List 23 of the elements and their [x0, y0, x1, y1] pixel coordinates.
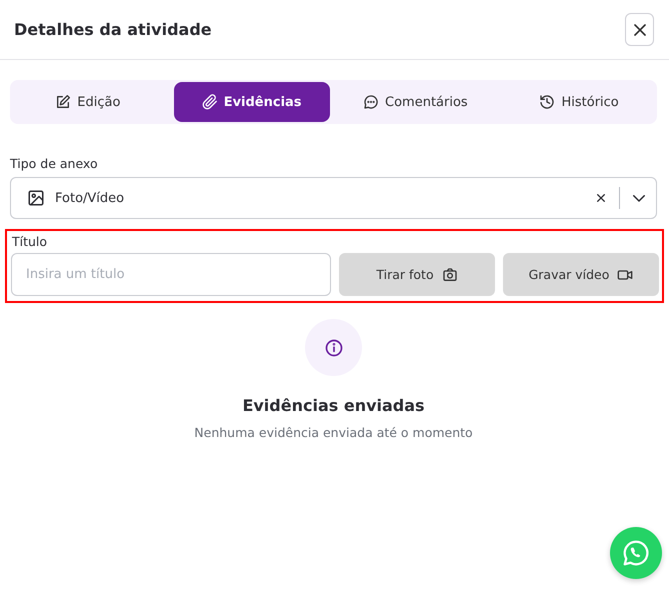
close-button[interactable] [625, 13, 654, 46]
tab[interactable]: Edição [10, 82, 166, 122]
select-value: Foto/Vídeo [55, 190, 126, 206]
empty-state-message: Nenhuma evidência enviada até o momento [194, 425, 473, 440]
phone-bubble-icon [621, 538, 651, 568]
tab[interactable]: Histórico [501, 82, 657, 122]
record-video-button[interactable]: Gravar vídeo [503, 253, 659, 296]
image-icon [27, 189, 45, 207]
edit-icon [55, 94, 72, 110]
attachment-type-select[interactable]: Foto/Vídeo [10, 177, 657, 219]
take-photo-button[interactable]: Tirar foto [339, 253, 495, 296]
tab[interactable]: Evidências [174, 82, 330, 122]
field-label: Título [12, 234, 48, 249]
panel-title: Detalhes da atividade [14, 20, 212, 39]
chat-bubble-icon [363, 94, 380, 110]
field-label: Tipo de anexo [10, 156, 99, 171]
camera-icon [442, 266, 458, 282]
empty-state-title: Evidências enviadas [242, 396, 425, 415]
info-icon [324, 338, 344, 358]
history-icon [539, 94, 556, 110]
paperclip-icon [202, 94, 218, 110]
title-input[interactable]: Insira um título [11, 253, 331, 296]
tab[interactable]: Comentários [338, 82, 494, 122]
